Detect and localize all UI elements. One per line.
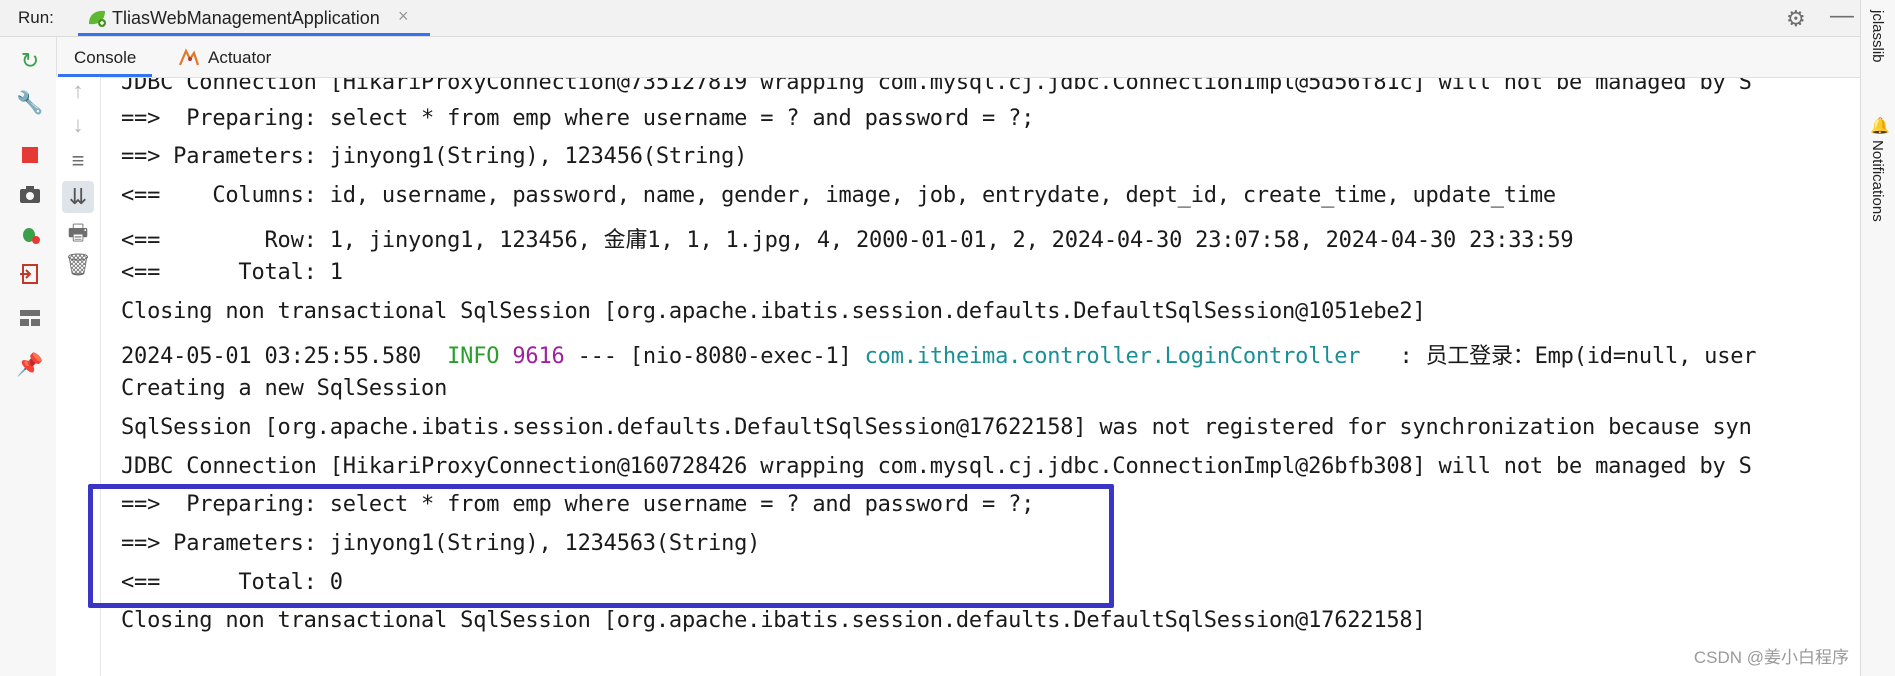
console-line: <== Total: 1 <box>121 260 343 285</box>
console-line: <== Columns: id, username, password, nam… <box>121 183 1556 208</box>
tab-console-label: Console <box>74 48 137 67</box>
gear-icon[interactable]: ⚙ <box>1786 6 1806 32</box>
run-label: Run: <box>18 8 54 27</box>
log-message: : 员工登录：Emp(id=null, user <box>1373 344 1757 369</box>
log-separator: --- <box>577 344 617 369</box>
close-icon[interactable]: × <box>398 6 409 27</box>
run-toolbar: Run: TliasWebManagementApplication × ⚙ — <box>0 0 1860 37</box>
stop-icon[interactable] <box>16 143 44 171</box>
down-arrow-icon[interactable]: ↓ <box>64 111 92 139</box>
highlight-box <box>88 484 1114 608</box>
spring-boot-icon <box>86 8 108 33</box>
scroll-to-end-icon[interactable]: ⇊ <box>62 181 94 213</box>
actuator-icon <box>178 47 200 72</box>
soft-wrap-icon[interactable]: ≡ <box>64 147 92 175</box>
trash-icon[interactable]: 🗑 <box>64 251 92 279</box>
right-sidebar: jclasslib 🔔 Notifications <box>1860 0 1895 676</box>
log-pid: 9616 <box>512 344 565 369</box>
console-line: JDBC Connection [HikariProxyConnection@7… <box>121 78 1752 95</box>
log-line: 2024-05-01 03:25:55.580 INFO 9616 --- [n… <box>121 338 1757 370</box>
sidebar-item-jclasslib[interactable]: jclasslib <box>1869 10 1886 63</box>
console-line: SqlSession [org.apache.ibatis.session.de… <box>121 415 1752 440</box>
console-line: ==> Preparing: select * from emp where u… <box>121 106 1035 131</box>
minimize-icon[interactable]: — <box>1830 2 1854 30</box>
tab-actuator-label: Actuator <box>208 48 272 67</box>
print-icon[interactable]: 🖶 <box>64 219 92 247</box>
pin-icon[interactable]: 📌 <box>16 351 44 379</box>
console-tabs: Console Actuator <box>0 37 1860 78</box>
log-level: INFO <box>447 344 500 369</box>
run-configuration-tab[interactable]: TliasWebManagementApplication × <box>78 0 430 36</box>
log-logger: com.itheima.controller.LoginController <box>864 344 1361 369</box>
tab-console[interactable]: Console <box>58 37 152 77</box>
console-line: Closing non transactional SqlSession [or… <box>121 299 1426 324</box>
up-arrow-icon[interactable]: ↑ <box>64 77 92 105</box>
debug-icon[interactable] <box>16 223 44 251</box>
rerun-icon[interactable]: ↻ <box>16 47 44 75</box>
console-line: Closing non transactional SqlSession [or… <box>121 608 1426 633</box>
console-line: <== Row: 1, jinyong1, 123456, 金庸1, 1, 1.… <box>121 228 1574 253</box>
sidebar-item-notifications[interactable]: Notifications <box>1869 140 1886 222</box>
console-line: Creating a new SqlSession <box>121 376 448 401</box>
layout-icon[interactable] <box>16 305 44 333</box>
left-toolbar: ↻ 🔧 📌 <box>0 37 57 676</box>
log-thread: [nio-8080-exec-1] <box>629 344 852 369</box>
bell-icon: 🔔 <box>1870 118 1890 135</box>
exit-icon[interactable] <box>16 263 44 291</box>
camera-icon[interactable] <box>16 183 44 211</box>
tab-actuator[interactable]: Actuator <box>172 37 292 77</box>
active-tab-indicator <box>78 33 430 36</box>
console-line: JDBC Connection [HikariProxyConnection@1… <box>121 454 1752 479</box>
console-line: ==> Parameters: jinyong1(String), 123456… <box>121 144 748 169</box>
log-timestamp: 2024-05-01 03:25:55.580 <box>121 344 422 369</box>
watermark: CSDN @姜小白程序 <box>1693 648 1849 667</box>
wrench-icon[interactable]: 🔧 <box>16 89 44 117</box>
run-tab-title: TliasWebManagementApplication <box>112 8 380 28</box>
